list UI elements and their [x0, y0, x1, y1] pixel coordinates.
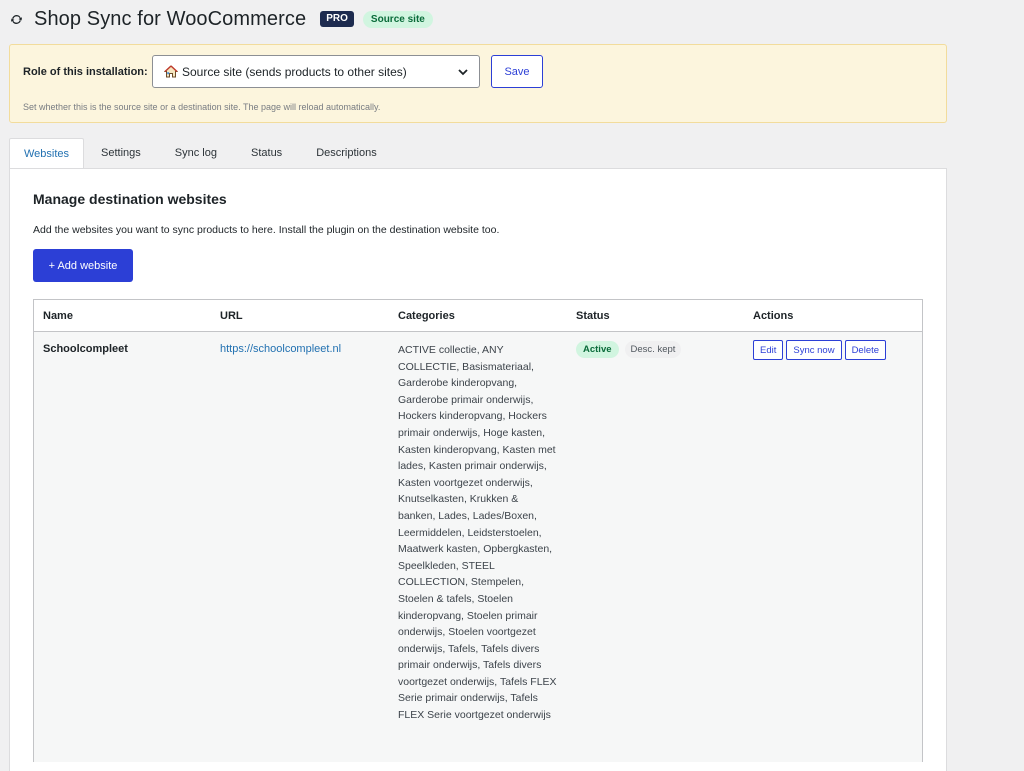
- role-notice: Role of this installation: Source site (…: [9, 44, 947, 123]
- tab-descriptions[interactable]: Descriptions: [299, 138, 394, 168]
- column-name: Name: [43, 310, 73, 322]
- role-label: Role of this installation:: [23, 66, 148, 78]
- add-website-button[interactable]: + Add website: [33, 249, 133, 282]
- websites-panel: Manage destination websites Add the webs…: [9, 168, 947, 771]
- tab-status[interactable]: Status: [234, 138, 299, 168]
- websites-table: Name URL Categories Status Actions Schoo…: [33, 299, 923, 762]
- pro-badge: PRO: [320, 11, 354, 27]
- tab-bar: Websites Settings Sync log Status Descri…: [9, 138, 394, 169]
- site-categories: ACTIVE collectie, ANY COLLECTIE, Basisma…: [398, 344, 557, 722]
- tab-websites[interactable]: Websites: [9, 138, 85, 169]
- save-button[interactable]: Save: [491, 55, 543, 88]
- sync-now-button[interactable]: Sync now: [786, 340, 842, 360]
- page-title: Shop Sync for WooCommerce: [34, 7, 307, 30]
- role-select-value: Source site (sends products to other sit…: [182, 64, 407, 79]
- column-status: Status: [576, 310, 610, 322]
- column-actions: Actions: [753, 310, 794, 322]
- delete-button[interactable]: Delete: [844, 340, 887, 360]
- site-status: Active Desc. kept: [576, 341, 682, 358]
- tab-sync-log[interactable]: Sync log: [158, 138, 234, 168]
- house-icon: [164, 65, 178, 78]
- desc-status-badge: Desc. kept: [624, 341, 682, 358]
- tab-settings[interactable]: Settings: [84, 138, 158, 168]
- page-header: Shop Sync for WooCommerce PRO Source sit…: [8, 6, 433, 32]
- chevron-down-icon: [458, 69, 468, 76]
- table-header: Name URL Categories Status Actions: [34, 300, 922, 332]
- edit-button[interactable]: Edit: [753, 340, 784, 360]
- role-badge: Source site: [362, 10, 433, 28]
- role-help-text: Set whether this is the source site or a…: [23, 102, 381, 112]
- status-badge: Active: [576, 341, 619, 358]
- role-select[interactable]: Source site (sends products to other sit…: [152, 55, 480, 88]
- site-url-link[interactable]: https://schoolcompleet.nl: [220, 343, 341, 355]
- column-url: URL: [220, 310, 243, 322]
- table-row: Schoolcompleet https://schoolcompleet.nl…: [34, 332, 922, 762]
- row-actions: Edit Sync now Delete: [753, 340, 887, 360]
- site-name: Schoolcompleet: [43, 343, 128, 355]
- panel-title: Manage destination websites: [33, 191, 227, 207]
- sync-icon: [8, 11, 24, 27]
- column-categories: Categories: [398, 310, 455, 322]
- panel-description: Add the websites you want to sync produc…: [33, 224, 500, 236]
